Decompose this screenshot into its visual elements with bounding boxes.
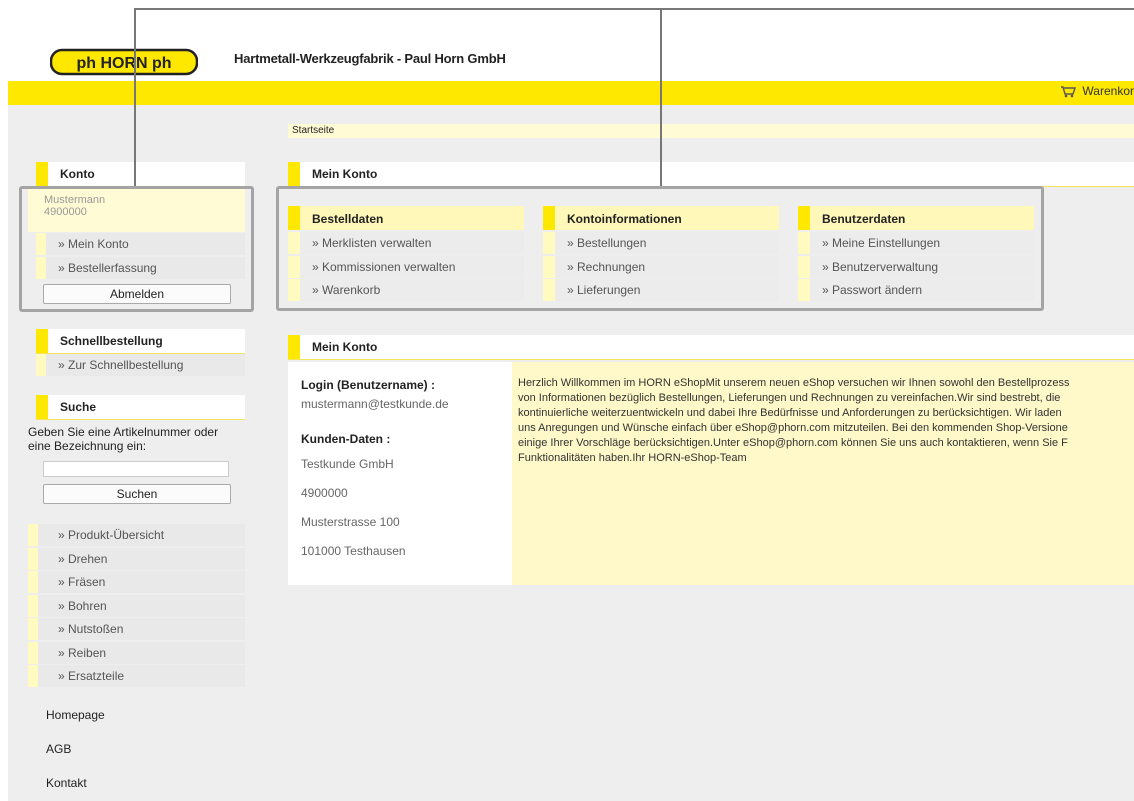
kunden-street: Musterstrasse 100 bbox=[301, 515, 400, 529]
mein-konto-header-bar bbox=[288, 162, 300, 186]
top-yellow-band bbox=[8, 81, 1134, 105]
link-bar bbox=[28, 665, 38, 687]
login-label: Login (Benutzername) : bbox=[301, 378, 435, 392]
search-instructions: Geben Sie eine Artikelnummer oder eine B… bbox=[28, 425, 219, 453]
category-link[interactable]: » Produkt-Übersicht bbox=[28, 524, 245, 546]
detail-header: Mein Konto bbox=[288, 335, 1134, 360]
category-link[interactable]: » Fräsen bbox=[28, 571, 245, 593]
kunden-number: 4900000 bbox=[301, 486, 348, 500]
category-link[interactable]: » Bohren bbox=[28, 594, 245, 617]
suche-header-bar bbox=[36, 395, 48, 419]
horn-logo[interactable]: ph HORN ph bbox=[50, 48, 198, 76]
category-label: » Bohren bbox=[58, 598, 107, 613]
suche-title: Suche bbox=[60, 400, 97, 414]
kunden-city: 101000 Testhausen bbox=[301, 544, 406, 558]
footer-link-kontakt[interactable]: Kontakt bbox=[46, 776, 87, 790]
columns-highlight-box bbox=[276, 186, 1044, 311]
breadcrumb-home[interactable]: Startseite bbox=[292, 125, 334, 136]
category-label: » Produkt-Übersicht bbox=[58, 528, 165, 542]
search-button[interactable]: Suchen bbox=[43, 484, 231, 504]
mein-konto-title: Mein Konto bbox=[312, 167, 378, 181]
link-bar bbox=[28, 571, 38, 593]
link-bar bbox=[28, 524, 38, 546]
konto-highlight-box bbox=[19, 186, 254, 312]
login-value: mustermann@testkunde.de bbox=[301, 397, 449, 411]
category-label: » Drehen bbox=[58, 551, 108, 566]
category-label: » Reiben bbox=[58, 645, 107, 660]
footer-link-homepage[interactable]: Homepage bbox=[46, 708, 105, 722]
callout-line-top-right bbox=[660, 8, 1134, 10]
category-link[interactable]: » Drehen bbox=[28, 547, 245, 570]
link-bar bbox=[28, 594, 38, 617]
category-label: » Nutstoßen bbox=[58, 622, 124, 636]
detail-title: Mein Konto bbox=[312, 340, 378, 354]
account-details-card: Login (Benutzername) : mustermann@testku… bbox=[288, 362, 512, 585]
schnell-header-bar bbox=[36, 329, 48, 353]
schnellbestellung-header: Schnellbestellung bbox=[36, 329, 245, 354]
category-link[interactable]: » Reiben bbox=[28, 641, 245, 664]
mein-konto-header: Mein Konto bbox=[288, 162, 1134, 187]
category-label: » Ersatzteile bbox=[58, 669, 125, 683]
link-bar bbox=[28, 547, 38, 570]
suche-header: Suche bbox=[36, 395, 245, 420]
breadcrumb[interactable]: Startseite bbox=[288, 124, 1134, 138]
welcome-text: Herzlich Willkommen im HORN eShopMit uns… bbox=[518, 377, 1070, 464]
shopping-cart-icon bbox=[1061, 86, 1077, 98]
sidebar-link-schnellbestellung[interactable]: » Zur Schnellbestellung bbox=[36, 354, 245, 376]
company-name: Hartmetall-Werkzeugfabrik - Paul Horn Gm… bbox=[234, 51, 506, 66]
cart-label: Warenkor bbox=[1082, 84, 1134, 98]
category-label: » Fräsen bbox=[58, 575, 106, 589]
konto-header: Konto bbox=[36, 162, 245, 187]
header: ph HORN ph Hartmetall-Werkzeugfabrik - P… bbox=[8, 24, 1134, 81]
callout-line-top-left bbox=[134, 8, 662, 10]
footer-link-agb[interactable]: AGB bbox=[46, 742, 71, 756]
logo-text: ph HORN ph bbox=[76, 55, 171, 72]
category-link[interactable]: » Ersatzteile bbox=[28, 665, 245, 687]
category-link[interactable]: » Nutstoßen bbox=[28, 618, 245, 640]
link-bar bbox=[36, 354, 46, 376]
callout-line-middle bbox=[660, 8, 662, 186]
link-label: » Zur Schnellbestellung bbox=[58, 358, 184, 372]
cart-link[interactable]: Warenkor bbox=[1060, 84, 1134, 98]
detail-header-bar bbox=[288, 335, 300, 359]
schnell-title: Schnellbestellung bbox=[60, 334, 163, 348]
konto-header-bar bbox=[36, 162, 48, 186]
kunden-company: Testkunde GmbH bbox=[301, 457, 394, 471]
link-bar bbox=[28, 618, 38, 640]
kunden-label: Kunden-Daten : bbox=[301, 432, 391, 446]
search-input[interactable] bbox=[43, 461, 229, 477]
welcome-card: Herzlich Willkommen im HORN eShopMit uns… bbox=[512, 362, 1134, 585]
page-container: ph HORN ph Hartmetall-Werkzeugfabrik - P… bbox=[8, 24, 1134, 801]
link-bar bbox=[28, 641, 38, 664]
callout-line-left bbox=[134, 8, 136, 186]
konto-title: Konto bbox=[60, 167, 95, 181]
